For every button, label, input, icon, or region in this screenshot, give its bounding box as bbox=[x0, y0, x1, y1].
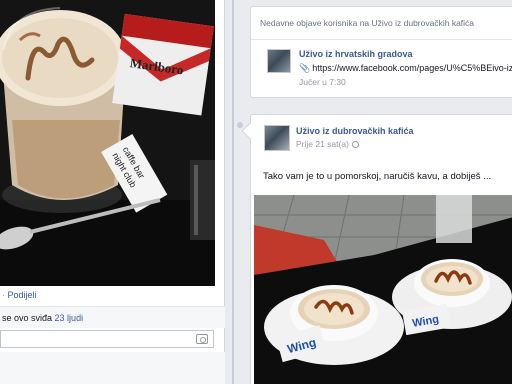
timeline-spine bbox=[232, 0, 234, 384]
likes-count-link[interactable]: 23 ljudi bbox=[55, 313, 84, 323]
recent-posts-header: Nedavne objave korisnika na Uživo iz dub… bbox=[260, 18, 475, 28]
camera-icon[interactable] bbox=[196, 334, 208, 344]
left-post-card: Marlboro caffe bar night club · Podijeli… bbox=[0, 0, 225, 384]
comment-input[interactable] bbox=[0, 330, 214, 348]
globe-icon[interactable] bbox=[351, 141, 359, 148]
coffee-photo-illustration: Marlboro caffe bar night club bbox=[0, 0, 215, 286]
recent-post-thumbnail[interactable] bbox=[267, 49, 291, 73]
post-author[interactable]: Uživo iz dubrovačkih kafića bbox=[296, 126, 414, 136]
left-post-footer bbox=[0, 352, 225, 384]
timeline-notch bbox=[241, 122, 259, 140]
likes-text: se ovo sviđa bbox=[2, 313, 53, 323]
coffee-cups-photo-illustration: Wing Wing bbox=[254, 195, 512, 384]
left-post-photo[interactable]: Marlboro caffe bar night club bbox=[0, 0, 215, 286]
post-time-row: Prije 21 sat(a) bbox=[296, 139, 359, 149]
left-post-actions: · Podijeli bbox=[0, 290, 225, 306]
link-icon: 📎 bbox=[299, 63, 311, 73]
avatar[interactable] bbox=[264, 125, 290, 151]
post-text: Tako vam je to u pomorskoj, naručiš kavu… bbox=[263, 171, 492, 182]
share-link[interactable]: Podijeli bbox=[8, 290, 37, 300]
divider bbox=[251, 39, 512, 40]
recent-post-title[interactable]: Uživo iz hrvatskih gradova bbox=[299, 49, 413, 59]
post-timestamp[interactable]: Prije 21 sat(a) bbox=[296, 139, 349, 149]
recent-post-time[interactable]: Jučer u 7:30 bbox=[299, 77, 346, 87]
timeline-dot bbox=[237, 122, 243, 128]
left-post-likes: se ovo sviđa 23 ljudi bbox=[0, 306, 225, 328]
action-separator: · bbox=[2, 290, 5, 300]
recent-post-url[interactable]: https://www.facebook.com/pages/U%C5%BEiv… bbox=[312, 63, 512, 73]
recent-posts-card: Nedavne objave korisnika na Uživo iz dub… bbox=[250, 6, 512, 98]
recent-post-link-row: 📎 https://www.facebook.com/pages/U%C5%BEi… bbox=[299, 63, 512, 74]
main-post-card: Uživo iz dubrovačkih kafića Prije 21 sat… bbox=[241, 114, 512, 384]
main-post-photo[interactable]: Wing Wing bbox=[254, 195, 512, 384]
